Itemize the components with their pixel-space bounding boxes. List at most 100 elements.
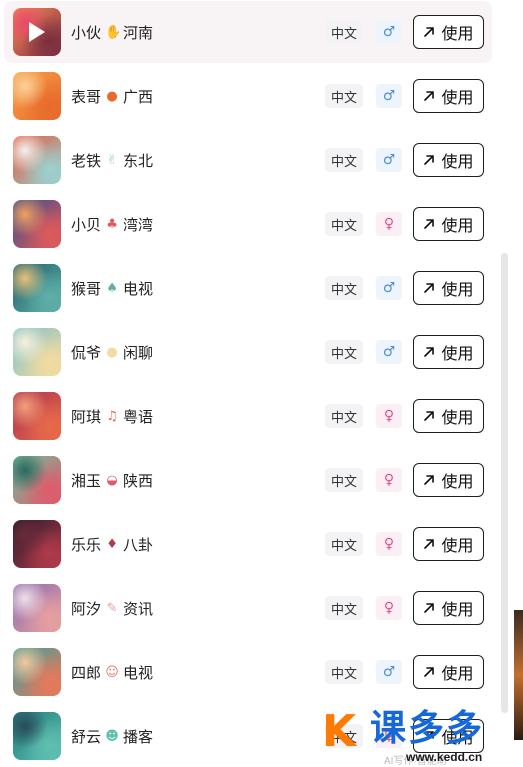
female-icon: ♀ [376, 404, 402, 428]
voice-row[interactable]: 小伙 ✋ 河南 中文 ♂ 使用 [4, 1, 492, 63]
voice-row[interactable]: 表哥 ● 广西 中文 ♂ 使用 [4, 65, 492, 127]
use-button-label: 使用 [441, 538, 474, 555]
voice-name: 表哥 [71, 88, 102, 106]
voice-avatar[interactable] [13, 520, 61, 568]
voice-name: 猴哥 [71, 280, 102, 298]
arrow-up-right-icon [424, 603, 435, 613]
language-badge: 中文 [325, 340, 363, 364]
voice-emoji-icon: ♦ [106, 536, 118, 552]
use-button-label: 使用 [441, 90, 474, 107]
voice-avatar[interactable] [13, 584, 61, 632]
male-icon: ♂ [376, 340, 402, 364]
voice-list: 小伙 ✋ 河南 中文 ♂ 使用 表哥 ● 广西 中文 ♂ 使用 老铁 ✌ 东北 中文 ♂ 使用 小贝 ♣ 湾湾 中文 ♀ 使用… [0, 0, 500, 767]
voice-emoji-icon: ☻ [105, 728, 119, 744]
female-icon: ♀ [376, 596, 402, 620]
language-badge: 中文 [325, 84, 363, 108]
voice-avatar[interactable] [13, 200, 61, 248]
language-badge: 中文 [325, 660, 363, 684]
use-button-label: 使用 [441, 218, 474, 235]
use-button[interactable]: 使用 [413, 15, 484, 49]
voice-label: 阿琪 ♫ 粤语 [71, 405, 153, 427]
voice-row[interactable]: 湘玉 ◒ 陕西 中文 ♀ 使用 [4, 449, 492, 511]
voice-row[interactable]: 小贝 ♣ 湾湾 中文 ♀ 使用 [4, 193, 492, 255]
voice-avatar[interactable] [13, 392, 61, 440]
voice-row[interactable]: 阿汐 ✎ 资讯 中文 ♀ 使用 [4, 577, 492, 639]
voice-emoji-icon: ♣ [106, 216, 118, 232]
use-button[interactable]: 使用 [413, 271, 484, 305]
use-button[interactable]: 使用 [413, 335, 484, 369]
language-badge: 中文 [325, 532, 363, 556]
voice-avatar[interactable] [13, 264, 61, 312]
arrow-up-right-icon [424, 539, 435, 549]
voice-name: 阿汐 [71, 600, 102, 618]
voice-label: 表哥 ● 广西 [71, 85, 153, 107]
arrow-up-right-icon [424, 347, 435, 357]
voice-tag: 东北 [123, 152, 154, 170]
language-badge: 中文 [325, 212, 363, 236]
use-button-label: 使用 [441, 154, 474, 171]
voice-label: 四郎 ☺ 电视 [71, 661, 153, 683]
voice-label: 乐乐 ♦ 八卦 [71, 533, 153, 555]
use-button-label: 使用 [441, 602, 474, 619]
use-button[interactable]: 使用 [413, 207, 484, 241]
female-icon: ♀ [376, 532, 402, 556]
use-button[interactable]: 使用 [413, 527, 484, 561]
voice-tag: 广西 [123, 88, 154, 106]
voice-avatar[interactable] [13, 712, 61, 760]
watermark-url: www.kedd.cn [406, 750, 483, 764]
voice-name: 老铁 [71, 152, 102, 170]
arrow-up-right-icon [424, 667, 435, 677]
voice-label: 侃爷 ● 闲聊 [71, 341, 153, 363]
voice-name: 阿琪 [71, 408, 102, 426]
voice-avatar[interactable] [13, 648, 61, 696]
voice-avatar[interactable] [13, 72, 61, 120]
voice-emoji-icon: ☺ [105, 664, 119, 680]
voice-row[interactable]: 猴哥 ♠ 电视 中文 ♂ 使用 [4, 257, 492, 319]
male-icon: ♂ [376, 660, 402, 684]
voice-name: 舒云 [71, 728, 102, 746]
voice-label: 湘玉 ◒ 陕西 [71, 469, 153, 491]
voice-row[interactable]: 侃爷 ● 闲聊 中文 ♂ 使用 [4, 321, 492, 383]
voice-name: 侃爷 [71, 344, 102, 362]
use-button[interactable]: 使用 [413, 143, 484, 177]
voice-row[interactable]: 老铁 ✌ 东北 中文 ♂ 使用 [4, 129, 492, 191]
voice-label: 小贝 ♣ 湾湾 [71, 213, 153, 235]
voice-tag: 资讯 [123, 600, 154, 618]
voice-row[interactable]: 四郎 ☺ 电视 中文 ♂ 使用 [4, 641, 492, 703]
voice-row[interactable]: 阿琪 ♫ 粤语 中文 ♀ 使用 [4, 385, 492, 447]
scrollbar[interactable] [501, 253, 508, 713]
voice-avatar[interactable] [13, 8, 61, 56]
voice-emoji-icon: ◒ [106, 472, 118, 488]
male-icon: ♂ [376, 148, 402, 172]
use-button-label: 使用 [441, 666, 474, 683]
use-button-label: 使用 [441, 282, 474, 299]
voice-tag: 电视 [123, 664, 154, 682]
voice-name: 小伙 [71, 24, 102, 42]
voice-name: 小贝 [71, 216, 102, 234]
use-button-label: 使用 [441, 26, 474, 43]
use-button[interactable]: 使用 [413, 655, 484, 689]
language-badge: 中文 [325, 148, 363, 172]
voice-name: 乐乐 [71, 536, 102, 554]
voice-emoji-icon: ✎ [106, 600, 118, 616]
arrow-up-right-icon [424, 219, 435, 229]
language-badge: 中文 [325, 468, 363, 492]
play-icon[interactable] [29, 22, 45, 42]
use-button[interactable]: 使用 [413, 463, 484, 497]
voice-label: 阿汐 ✎ 资讯 [71, 597, 153, 619]
voice-tag: 八卦 [123, 536, 154, 554]
female-icon: ♀ [376, 468, 402, 492]
voice-row[interactable]: 乐乐 ♦ 八卦 中文 ♀ 使用 [4, 513, 492, 575]
use-button[interactable]: 使用 [413, 591, 484, 625]
use-button-label: 使用 [441, 410, 474, 427]
male-icon: ♂ [376, 84, 402, 108]
voice-avatar[interactable] [13, 456, 61, 504]
use-button[interactable]: 使用 [413, 79, 484, 113]
voice-tag: 河南 [123, 24, 154, 42]
use-button[interactable]: 使用 [413, 399, 484, 433]
arrow-up-right-icon [424, 27, 435, 37]
voice-emoji-icon: ♫ [106, 408, 118, 424]
voice-avatar[interactable] [13, 136, 61, 184]
male-icon: ♂ [376, 276, 402, 300]
voice-avatar[interactable] [13, 328, 61, 376]
